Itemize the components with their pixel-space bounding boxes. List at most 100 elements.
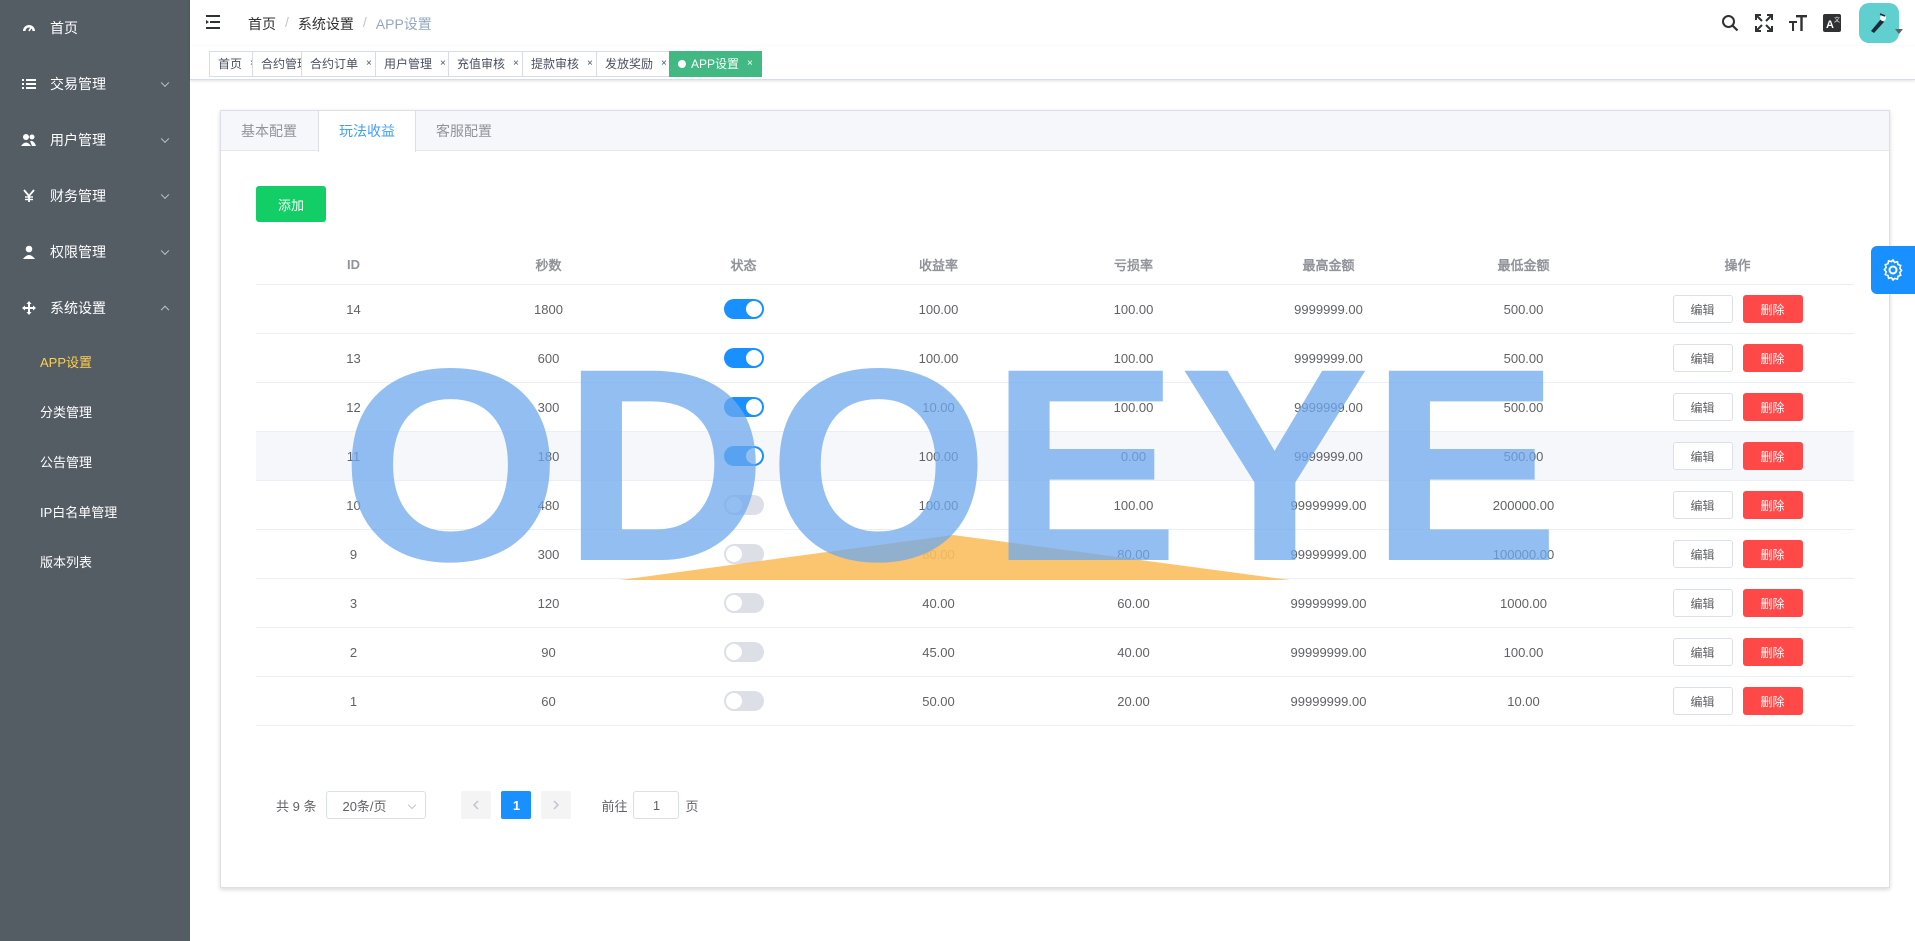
- sidebar-item-5[interactable]: 系统设置: [0, 280, 190, 336]
- tag-label: APP设置: [691, 57, 740, 71]
- breadcrumb-home[interactable]: 首页: [248, 14, 276, 34]
- navbar: 首页 / 系统设置 / APP设置 A文: [190, 0, 1915, 46]
- status-toggle[interactable]: [723, 495, 764, 515]
- delete-button[interactable]: 删除: [1742, 491, 1803, 519]
- avatar[interactable]: [1859, 3, 1899, 43]
- cell-max: 9999999.00: [1294, 399, 1363, 415]
- prev-page-button[interactable]: [461, 791, 492, 819]
- sidebar-subitem-4[interactable]: 版本列表: [0, 536, 190, 586]
- goto-suffix: 页: [685, 798, 699, 814]
- delete-button[interactable]: 删除: [1742, 344, 1803, 372]
- close-icon[interactable]: ×: [661, 52, 667, 76]
- breadcrumb-system-settings[interactable]: 系统设置: [298, 14, 354, 34]
- sidebar-item-2[interactable]: 用户管理: [0, 112, 190, 168]
- cell-max: 99999999.00: [1290, 546, 1367, 562]
- chevron-down-icon: [160, 190, 170, 200]
- goto-page-input[interactable]: 1: [633, 791, 680, 819]
- fullscreen-icon[interactable]: [1747, 0, 1781, 46]
- table-body: 14 1800 100.00 100.00 9999999.00 500.00 编辑 删除 13…: [256, 285, 1854, 726]
- sidebar-item-label: 用户管理: [50, 132, 106, 148]
- edit-button[interactable]: 编辑: [1672, 589, 1733, 617]
- cell-status: [646, 677, 841, 725]
- status-toggle[interactable]: [723, 593, 764, 613]
- settings-gear-button[interactable]: [1871, 246, 1915, 294]
- cell-rate: 40.00: [922, 595, 955, 611]
- cell-id: 14: [346, 301, 361, 317]
- edit-button[interactable]: 编辑: [1672, 638, 1733, 666]
- cell-status: [646, 285, 841, 333]
- status-toggle[interactable]: [723, 642, 764, 662]
- next-page-button[interactable]: [541, 791, 572, 819]
- tag-5[interactable]: 提款审核 ×: [522, 51, 602, 77]
- tag-2[interactable]: 合约订单 ×: [301, 51, 381, 77]
- hamburger-icon[interactable]: [206, 13, 224, 31]
- close-icon[interactable]: ×: [440, 52, 446, 76]
- delete-button[interactable]: 删除: [1742, 393, 1803, 421]
- status-toggle[interactable]: [723, 544, 764, 564]
- status-toggle[interactable]: [723, 348, 764, 368]
- tab-0[interactable]: 基本配置: [221, 111, 318, 151]
- page-size-select[interactable]: 20条/页: [326, 791, 427, 819]
- sidebar-subitem-0[interactable]: APP设置: [0, 336, 190, 386]
- sidebar-item-1[interactable]: 交易管理: [0, 56, 190, 112]
- tag-label: 合约订单: [310, 57, 359, 71]
- sidebar-item-4[interactable]: 权限管理: [0, 224, 190, 280]
- edit-button[interactable]: 编辑: [1672, 540, 1733, 568]
- delete-button[interactable]: 删除: [1742, 295, 1803, 323]
- status-toggle[interactable]: [723, 397, 764, 417]
- sidebar-item-0[interactable]: 首页: [0, 0, 190, 56]
- cell-actions: 编辑 删除: [1621, 432, 1854, 480]
- delete-button[interactable]: 删除: [1742, 540, 1803, 568]
- sidebar-subitem-2[interactable]: 公告管理: [0, 436, 190, 486]
- edit-button[interactable]: 编辑: [1672, 393, 1733, 421]
- translate-icon[interactable]: A文: [1815, 0, 1849, 46]
- search-icon[interactable]: [1713, 0, 1747, 46]
- edit-button[interactable]: 编辑: [1672, 295, 1733, 323]
- tag-label: 用户管理: [384, 57, 433, 71]
- tag-7[interactable]: APP设置 ×: [669, 51, 762, 77]
- column-header-rate: 收益率: [918, 258, 958, 273]
- tabs-header: 基本配置 玩法收益 客服配置: [221, 111, 1889, 152]
- delete-button[interactable]: 删除: [1742, 687, 1803, 715]
- tag-label: 充值审核: [457, 57, 506, 71]
- delete-button[interactable]: 删除: [1742, 442, 1803, 470]
- cell-min: 500.00: [1503, 399, 1544, 415]
- edit-button[interactable]: 编辑: [1672, 687, 1733, 715]
- caret-down-icon[interactable]: [1895, 29, 1903, 34]
- dashboard-icon: [20, 19, 38, 37]
- page-jumper: 前往 1 页: [601, 791, 699, 819]
- table-row: 11 180 100.00 0.00 9999999.00 500.00 编辑 删除: [256, 432, 1854, 481]
- tag-label: 发放奖励: [605, 57, 654, 71]
- chevron-down-icon: [160, 134, 170, 144]
- cell-loss: 80.00: [1117, 546, 1150, 562]
- tab-1[interactable]: 玩法收益: [318, 111, 416, 152]
- edit-button[interactable]: 编辑: [1672, 344, 1733, 372]
- tab-2[interactable]: 客服配置: [416, 111, 513, 151]
- tag-3[interactable]: 用户管理 ×: [375, 51, 455, 77]
- font-size-icon[interactable]: [1781, 0, 1815, 46]
- edit-button[interactable]: 编辑: [1672, 442, 1733, 470]
- tag-6[interactable]: 发放奖励 ×: [596, 51, 676, 77]
- page-number-current[interactable]: 1: [501, 791, 532, 819]
- sidebar-subitem-3[interactable]: IP白名单管理: [0, 486, 190, 536]
- cell-loss: 100.00: [1113, 497, 1154, 513]
- tag-4[interactable]: 充值审核 ×: [448, 51, 528, 77]
- edit-button[interactable]: 编辑: [1672, 491, 1733, 519]
- close-icon[interactable]: ×: [587, 52, 593, 76]
- close-icon[interactable]: ×: [513, 52, 519, 76]
- status-toggle[interactable]: [723, 299, 764, 319]
- delete-button[interactable]: 删除: [1742, 589, 1803, 617]
- avatar-dropdown[interactable]: [1849, 0, 1915, 46]
- close-icon[interactable]: ×: [366, 52, 372, 76]
- cell-min: 500.00: [1503, 448, 1544, 464]
- table-row: 10 480 100.00 100.00 99999999.00 200000.00 编辑删…: [256, 481, 1854, 530]
- close-icon[interactable]: ×: [747, 52, 753, 76]
- sidebar-item-3[interactable]: 财务管理: [0, 168, 190, 224]
- sidebar-subitem-1[interactable]: 分类管理: [0, 386, 190, 436]
- delete-button[interactable]: 删除: [1742, 638, 1803, 666]
- add-button[interactable]: 添加: [256, 186, 326, 222]
- status-toggle[interactable]: [723, 691, 764, 711]
- column-header-loss: 亏损率: [1113, 258, 1153, 273]
- status-toggle[interactable]: [723, 446, 764, 466]
- cell-rate: 80.00: [922, 546, 955, 562]
